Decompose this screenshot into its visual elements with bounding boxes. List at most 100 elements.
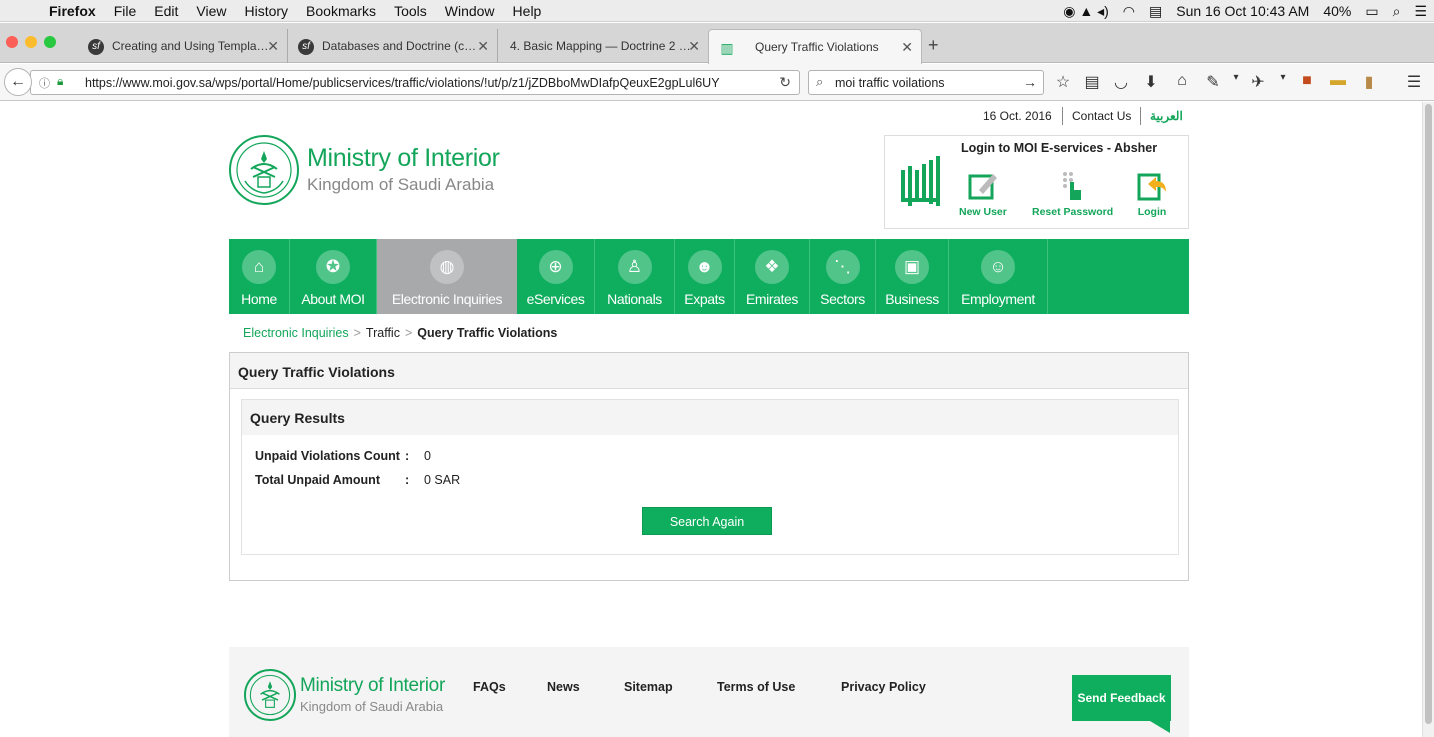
status-icons[interactable]: ◉ ▲ ◂) [1056,3,1116,20]
send-feedback-button[interactable]: Send Feedback [1072,675,1171,721]
footer-link-faqs[interactable]: FAQs [473,680,506,694]
nav-electronic-inquiries[interactable]: ◍ Electronic Inquiries [377,239,517,314]
reset-password-icon [1062,172,1081,200]
tab-strip: sf Creating and Using Templa… ✕ sf Datab… [0,23,1434,64]
login-button[interactable]: Login [1136,170,1168,218]
pocket-icon[interactable]: ◡ [1111,72,1131,92]
tab-close-icon[interactable]: ✕ [477,38,489,55]
new-user-icon [968,174,997,200]
developer-tools-icon[interactable]: ✎ [1203,72,1223,92]
info-icon[interactable]: ⓘ [39,75,50,91]
absher-logo-icon [901,156,940,206]
menu-edit[interactable]: Edit [145,0,187,22]
nav-label: Electronic Inquiries [391,291,503,307]
footer-link-sitemap[interactable]: Sitemap [624,680,673,694]
globe-icon: ⊕ [538,250,573,284]
tab-title: 4. Basic Mapping — Doctrine 2 … [510,39,691,53]
contact-us-link[interactable]: Contact Us [1072,109,1131,123]
window-close-button[interactable] [6,36,18,48]
dropdown-icon[interactable]: ▾ [1273,72,1293,83]
reading-list-icon[interactable]: ▤ [1082,72,1102,92]
home-icon[interactable]: ⌂ [1172,72,1192,90]
reload-icon[interactable]: ↻ [779,74,791,91]
downloads-icon[interactable]: ⬇ [1141,72,1161,92]
notification-center-icon[interactable]: ☰ [1407,3,1434,20]
tab-symfony-templates[interactable]: sf Creating and Using Templa… ✕ [78,29,288,63]
nav-nationals[interactable]: ♙ Nationals [595,239,675,314]
url-bar[interactable]: ⓘ 🔒︎ https://www.moi.gov.sa/wps/portal/H… [30,70,800,95]
reset-password-label: Reset Password [1032,206,1114,218]
search-again-button[interactable]: Search Again [642,507,772,535]
absher-favicon-icon: ▥ [720,40,734,56]
nav-emirates[interactable]: ❖ Emirates [735,239,810,314]
arabic-language-link[interactable]: العربية [1150,109,1183,123]
login-label: Login [1137,206,1167,218]
network-icon: ⋱ [825,250,860,284]
nav-eservices[interactable]: ⊕ eServices [517,239,595,314]
menu-window[interactable]: Window [436,0,504,22]
menu-help[interactable]: Help [504,0,551,22]
hamburger-menu-icon[interactable]: ☰ [1404,72,1424,92]
battery-icon[interactable]: ▭ [1358,3,1385,20]
window-zoom-button[interactable] [44,36,56,48]
extension-icon[interactable]: ✈ [1248,72,1268,92]
footer-link-terms[interactable]: Terms of Use [717,680,795,694]
addon-icon[interactable]: ■ [1297,72,1317,90]
globe-inquiry-icon: ◍ [430,250,464,284]
tab-query-traffic-violations[interactable]: ▥ Query Traffic Violations ✕ [708,29,922,64]
scrollbar-thumb[interactable] [1425,104,1432,724]
reset-password-button[interactable]: Reset Password [1032,170,1113,218]
back-button[interactable]: ← [4,68,32,96]
nav-label: About MOI [301,291,365,307]
footer-link-privacy[interactable]: Privacy Policy [841,680,926,694]
tab-close-icon[interactable]: ✕ [267,38,279,55]
home-icon: ⌂ [242,250,276,284]
tab-close-icon[interactable]: ✕ [901,39,913,56]
search-bar[interactable]: ⌕ moi traffic voilations → [808,70,1044,95]
menu-history[interactable]: History [235,0,297,22]
menu-tools[interactable]: Tools [385,0,436,22]
wifi-icon[interactable]: ◠ [1116,3,1142,20]
tab-doctrine-mapping[interactable]: 4. Basic Mapping — Doctrine 2 … ✕ [498,29,708,63]
flag-icon[interactable]: ▤ [1142,3,1169,20]
spotlight-icon[interactable]: ⌕ [1386,3,1408,20]
menu-file[interactable]: File [105,0,146,22]
main-navigation: ⌂ Home ✪ About MOI ◍ Electronic Inquirie… [229,239,1189,314]
menu-bookmarks[interactable]: Bookmarks [297,0,385,22]
lock-icon[interactable]: 🔒︎ [57,74,63,89]
nav-home[interactable]: ⌂ Home [229,239,290,314]
new-tab-icon[interactable]: + [928,35,939,56]
nav-expats[interactable]: ☻ Expats [675,239,735,314]
menu-view[interactable]: View [187,0,235,22]
footer: Ministry of Interior Kingdom of Saudi Ar… [229,647,1189,737]
breadcrumb-electronic-inquiries[interactable]: Electronic Inquiries [243,326,349,340]
tab-symfony-doctrine[interactable]: sf Databases and Doctrine (c… ✕ [288,29,498,63]
vertical-scrollbar[interactable] [1422,102,1434,737]
new-user-button[interactable]: New User [959,170,1007,218]
clock[interactable]: Sun 16 Oct 10:43 AM [1169,3,1316,19]
addon-icon[interactable]: ▮ [1359,72,1379,92]
tab-close-icon[interactable]: ✕ [688,38,700,55]
nav-sectors[interactable]: ⋱ Sectors [810,239,876,314]
battery-percent[interactable]: 40% [1316,3,1358,19]
footer-link-news[interactable]: News [547,680,580,694]
result-value: 0 SAR [424,473,461,487]
search-input[interactable]: moi traffic voilations [835,76,945,90]
menu-app-name[interactable]: Firefox [40,0,105,22]
divider [1062,107,1063,125]
dropdown-icon[interactable]: ▾ [1226,72,1246,83]
addon-icon[interactable]: ▬ [1328,72,1348,90]
results-title: Query Results [242,400,1178,435]
window-minimize-button[interactable] [25,36,37,48]
logo-subtitle: Kingdom of Saudi Arabia [307,175,495,194]
search-go-icon[interactable]: → [1023,74,1037,90]
nav-employment[interactable]: ☺ Employment [949,239,1048,314]
url-text[interactable]: https://www.moi.gov.sa/wps/portal/Home/p… [85,76,735,90]
nav-business[interactable]: ▣ Business [876,239,949,314]
team-icon: ☺ [981,250,1015,284]
footer-logo-title: Ministry of Interior [300,675,445,696]
moi-emblem-icon[interactable] [244,669,296,721]
bookmark-star-icon[interactable]: ☆ [1053,72,1073,92]
nav-about-moi[interactable]: ✪ About MOI [290,239,377,314]
breadcrumb-traffic[interactable]: Traffic [366,326,400,340]
